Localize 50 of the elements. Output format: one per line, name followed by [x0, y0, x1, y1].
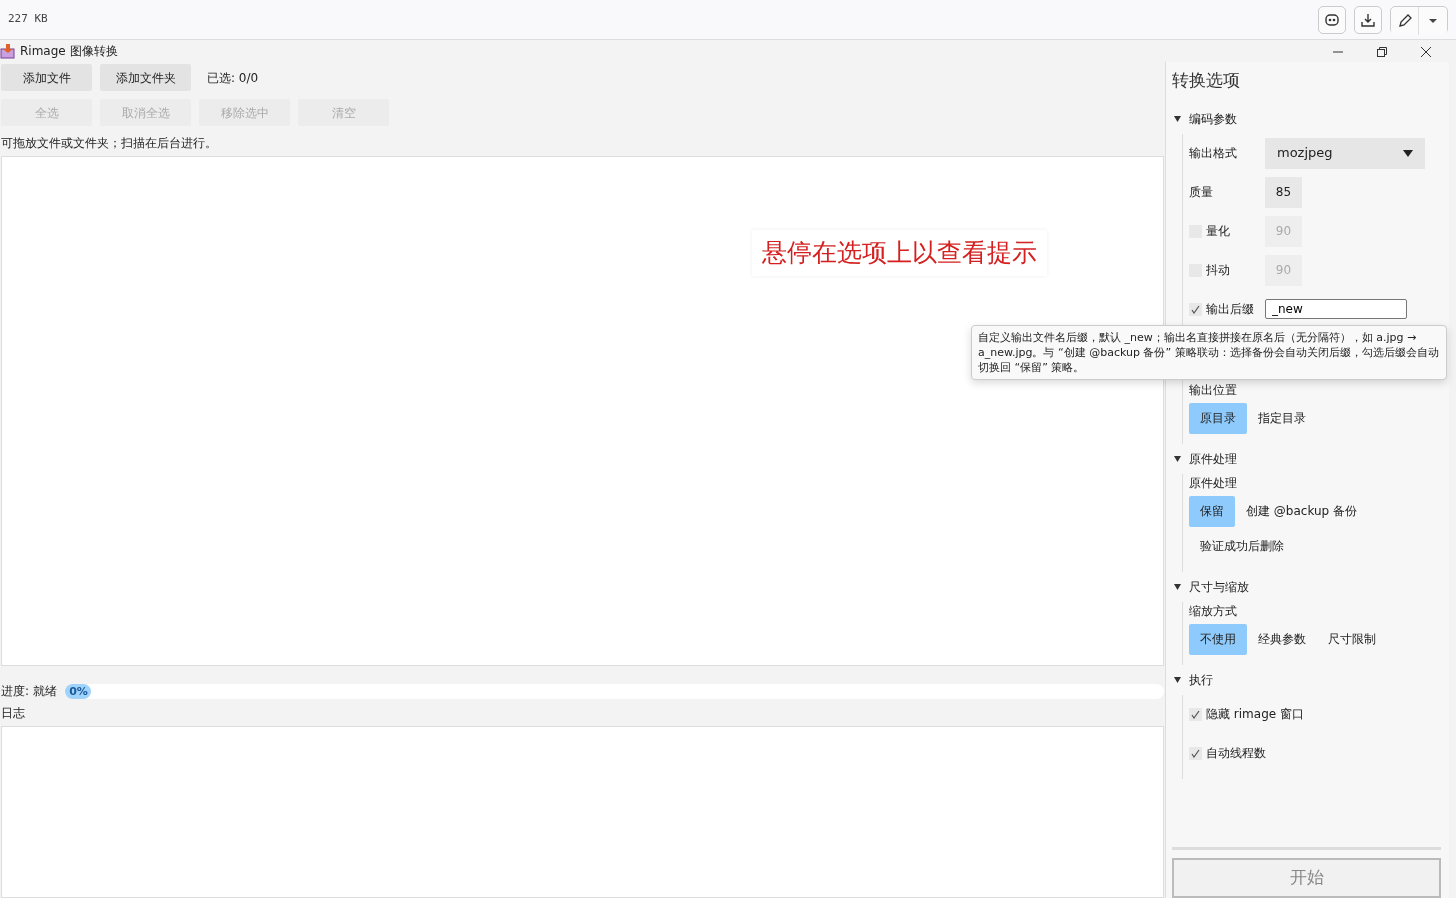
action-button[interactable]: 添加文件夹	[100, 64, 191, 91]
progress-label: 进度: 就绪	[1, 683, 57, 700]
app-icon	[0, 43, 16, 59]
section-header[interactable]: 执行	[1174, 670, 1441, 689]
tooltip: 自定义输出文件名后缀，默认 _new；输出名直接拼接在原名后（无分隔符），如 a.jpg → a_new.jpg。与 “创建 @backup 备份” 策略联动：选择备份会自动关闭后缀，勾选后缀会自动切换回 “保留” 策略。	[971, 325, 1447, 380]
log-label: 日志	[1, 705, 26, 722]
option-button[interactable]: 原目录	[1189, 402, 1247, 434]
checkbox-label: 隐藏 rimage 窗口	[1206, 706, 1304, 723]
hover-hint: 悬停在选项上以查看提示	[752, 230, 1047, 276]
section-header[interactable]: 尺寸与缩放	[1174, 577, 1441, 596]
checkbox-label: 抖动	[1206, 262, 1230, 279]
close-icon[interactable]	[1421, 46, 1431, 57]
format-dropdown[interactable]: mozjpeg	[1265, 137, 1425, 169]
field-label: 输出位置	[1189, 381, 1238, 399]
checkbox[interactable]	[1189, 302, 1202, 316]
drop-hint: 可拖放文件或文件夹；扫描在后台进行。	[1, 135, 218, 152]
option-button[interactable]: 验证成功后删除	[1189, 530, 1295, 562]
checkbox-label: 量化	[1206, 223, 1230, 240]
section-title: 尺寸与缩放	[1189, 578, 1249, 596]
download-icon[interactable]	[1354, 5, 1382, 34]
pen-icon[interactable]	[1391, 6, 1419, 35]
progress-fill: 0%	[64, 683, 91, 699]
selection-count: 已选: 0/0	[207, 69, 259, 87]
field-label: 质量	[1189, 184, 1214, 201]
section-header[interactable]: 编码参数	[1174, 109, 1441, 128]
number-field[interactable]: 85	[1265, 176, 1302, 208]
checkbox[interactable]	[1189, 707, 1202, 721]
option-button[interactable]: 尺寸限制	[1317, 623, 1387, 655]
action-button[interactable]: 添加文件	[1, 64, 92, 91]
checkbox[interactable]	[1189, 746, 1202, 760]
section-title: 原件处理	[1189, 450, 1237, 468]
section-header[interactable]: 原件处理	[1174, 449, 1441, 468]
restore-icon[interactable]	[1377, 46, 1387, 57]
option-button[interactable]: 经典参数	[1247, 623, 1317, 655]
option-button[interactable]: 指定目录	[1247, 402, 1317, 434]
field-label: 输出格式	[1189, 145, 1238, 162]
robot-icon[interactable]	[1318, 5, 1346, 34]
checkbox-label: 输出后缀	[1206, 301, 1254, 318]
window-title: Rimage 图像转换	[20, 43, 118, 60]
option-button[interactable]: 不使用	[1189, 623, 1247, 655]
section-title: 编码参数	[1189, 110, 1237, 128]
field-label: 原件处理	[1189, 474, 1238, 492]
panel-title: 转换选项	[1172, 69, 1241, 92]
checkbox-label: 自动线程数	[1206, 745, 1266, 762]
file-size: 227 KB	[8, 11, 48, 28]
section-title: 执行	[1189, 671, 1213, 689]
field-label: 缩放方式	[1189, 602, 1238, 620]
option-button[interactable]: 创建 @backup 备份	[1235, 495, 1368, 527]
suffix-field[interactable]: _new	[1265, 299, 1407, 319]
option-button[interactable]: 保留	[1189, 495, 1235, 527]
